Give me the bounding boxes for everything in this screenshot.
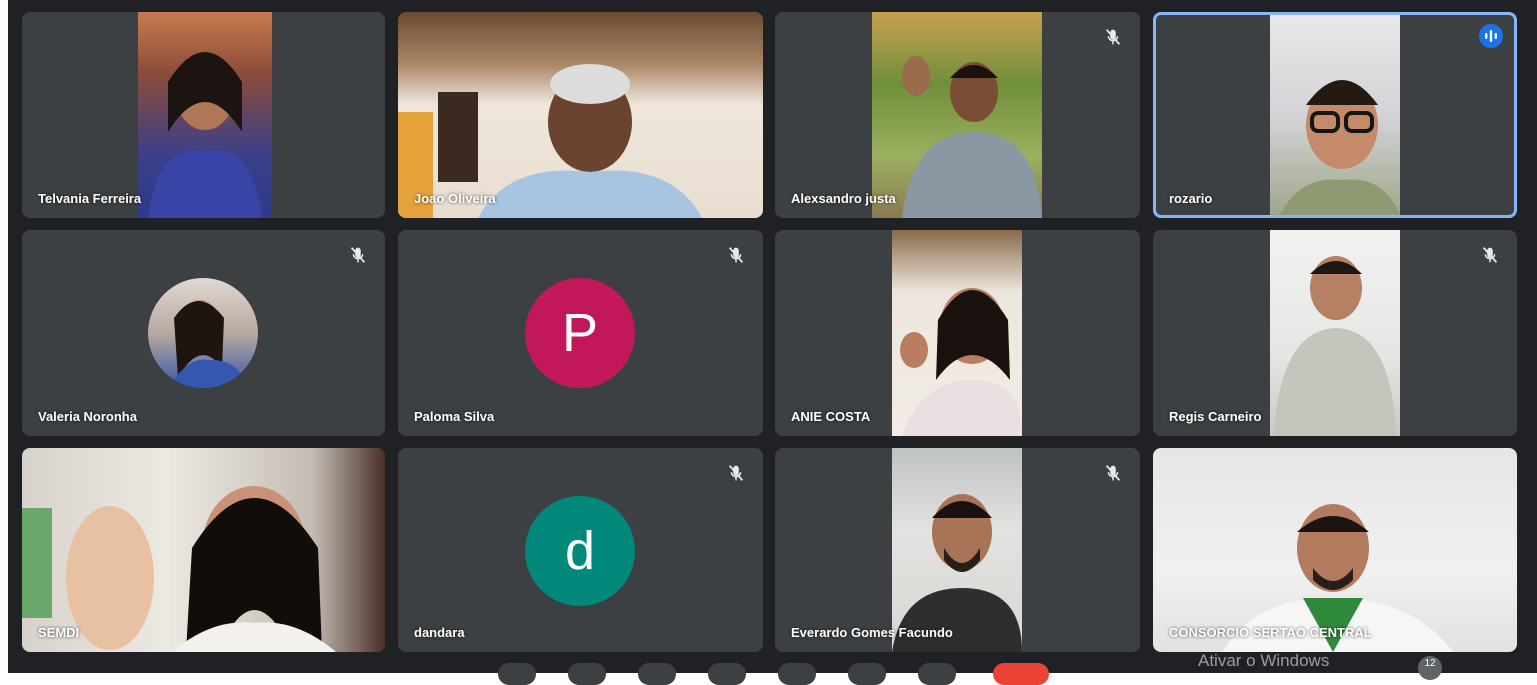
person-silhouette <box>902 56 1042 218</box>
present-button[interactable] <box>778 663 816 685</box>
participant-name: Regis Carneiro <box>1169 409 1262 424</box>
participant-tile[interactable]: CONSORCIO SERTAO CENTRAL <box>1153 448 1517 652</box>
more-options-button[interactable] <box>848 663 886 685</box>
participant-name: rozario <box>1169 191 1213 206</box>
raise-hand-button[interactable] <box>708 663 746 685</box>
participant-name: Telvania Ferreira <box>38 191 142 206</box>
audio-wave-icon <box>1479 24 1503 48</box>
leave-call-button[interactable] <box>993 663 1049 685</box>
participant-tile[interactable]: Everardo Gomes Facundo <box>775 448 1140 652</box>
participant-name: ANIE COSTA <box>791 409 871 424</box>
participant-count-badge[interactable]: 12 <box>1418 656 1442 680</box>
participant-tile[interactable]: ANIE COSTA <box>775 230 1140 436</box>
participant-tile[interactable]: Valeria Noronha <box>22 230 385 436</box>
person-silhouette <box>1280 80 1400 215</box>
participant-video <box>1270 230 1400 436</box>
participant-video <box>892 230 1022 436</box>
avatar <box>148 278 258 388</box>
participant-name: Alexsandro justa <box>791 191 896 206</box>
mic-off-icon <box>1105 465 1121 481</box>
participant-name: dandara <box>414 625 465 640</box>
participant-video <box>892 448 1022 652</box>
participant-video <box>138 12 272 218</box>
mic-off-icon <box>728 465 744 481</box>
person-silhouette <box>892 494 1022 652</box>
person-silhouette <box>900 288 1022 436</box>
meeting-stage: Telvania Ferreira Joao Oliveira Alexsand… <box>8 0 1537 685</box>
participant-name: SEMDI <box>38 625 80 640</box>
person-silhouette <box>398 64 702 218</box>
camera-button[interactable] <box>568 663 606 685</box>
participant-video <box>1270 15 1400 215</box>
mic-off-icon <box>728 247 744 263</box>
participant-name: Everardo Gomes Facundo <box>791 625 953 640</box>
participant-video <box>398 12 763 218</box>
participant-name: Paloma Silva <box>414 409 495 424</box>
mic-off-icon <box>1105 29 1121 45</box>
mic-off-icon <box>350 247 366 263</box>
participant-tile[interactable]: rozario <box>1153 12 1517 218</box>
avatar: P <box>525 278 635 388</box>
participant-tile[interactable]: P Paloma Silva <box>398 230 763 436</box>
participant-video <box>22 448 385 652</box>
participant-name: Joao Oliveira <box>414 191 496 206</box>
reactions-button[interactable] <box>918 663 956 685</box>
participant-video <box>872 12 1042 218</box>
mic-off-icon <box>1482 247 1498 263</box>
captions-button[interactable] <box>638 663 676 685</box>
participant-name: CONSORCIO SERTAO CENTRAL <box>1169 625 1372 640</box>
participant-video <box>1153 448 1517 652</box>
participant-tile[interactable]: Alexsandro justa <box>775 12 1140 218</box>
windows-activation-watermark: Ativar o Windows <box>1198 651 1330 670</box>
person-silhouette <box>22 486 336 652</box>
person-silhouette <box>1223 504 1453 652</box>
person-silhouette <box>148 52 262 218</box>
participant-tile[interactable]: Regis Carneiro <box>1153 230 1517 436</box>
participant-tile[interactable]: SEMDI <box>22 448 385 652</box>
participant-name: Valeria Noronha <box>38 409 137 424</box>
avatar: d <box>525 496 635 606</box>
participant-tile[interactable]: Joao Oliveira <box>398 12 763 218</box>
participant-tile[interactable]: Telvania Ferreira <box>22 12 385 218</box>
person-silhouette <box>1274 256 1396 436</box>
participant-tile[interactable]: d dandara <box>398 448 763 652</box>
mic-button[interactable] <box>498 663 536 685</box>
